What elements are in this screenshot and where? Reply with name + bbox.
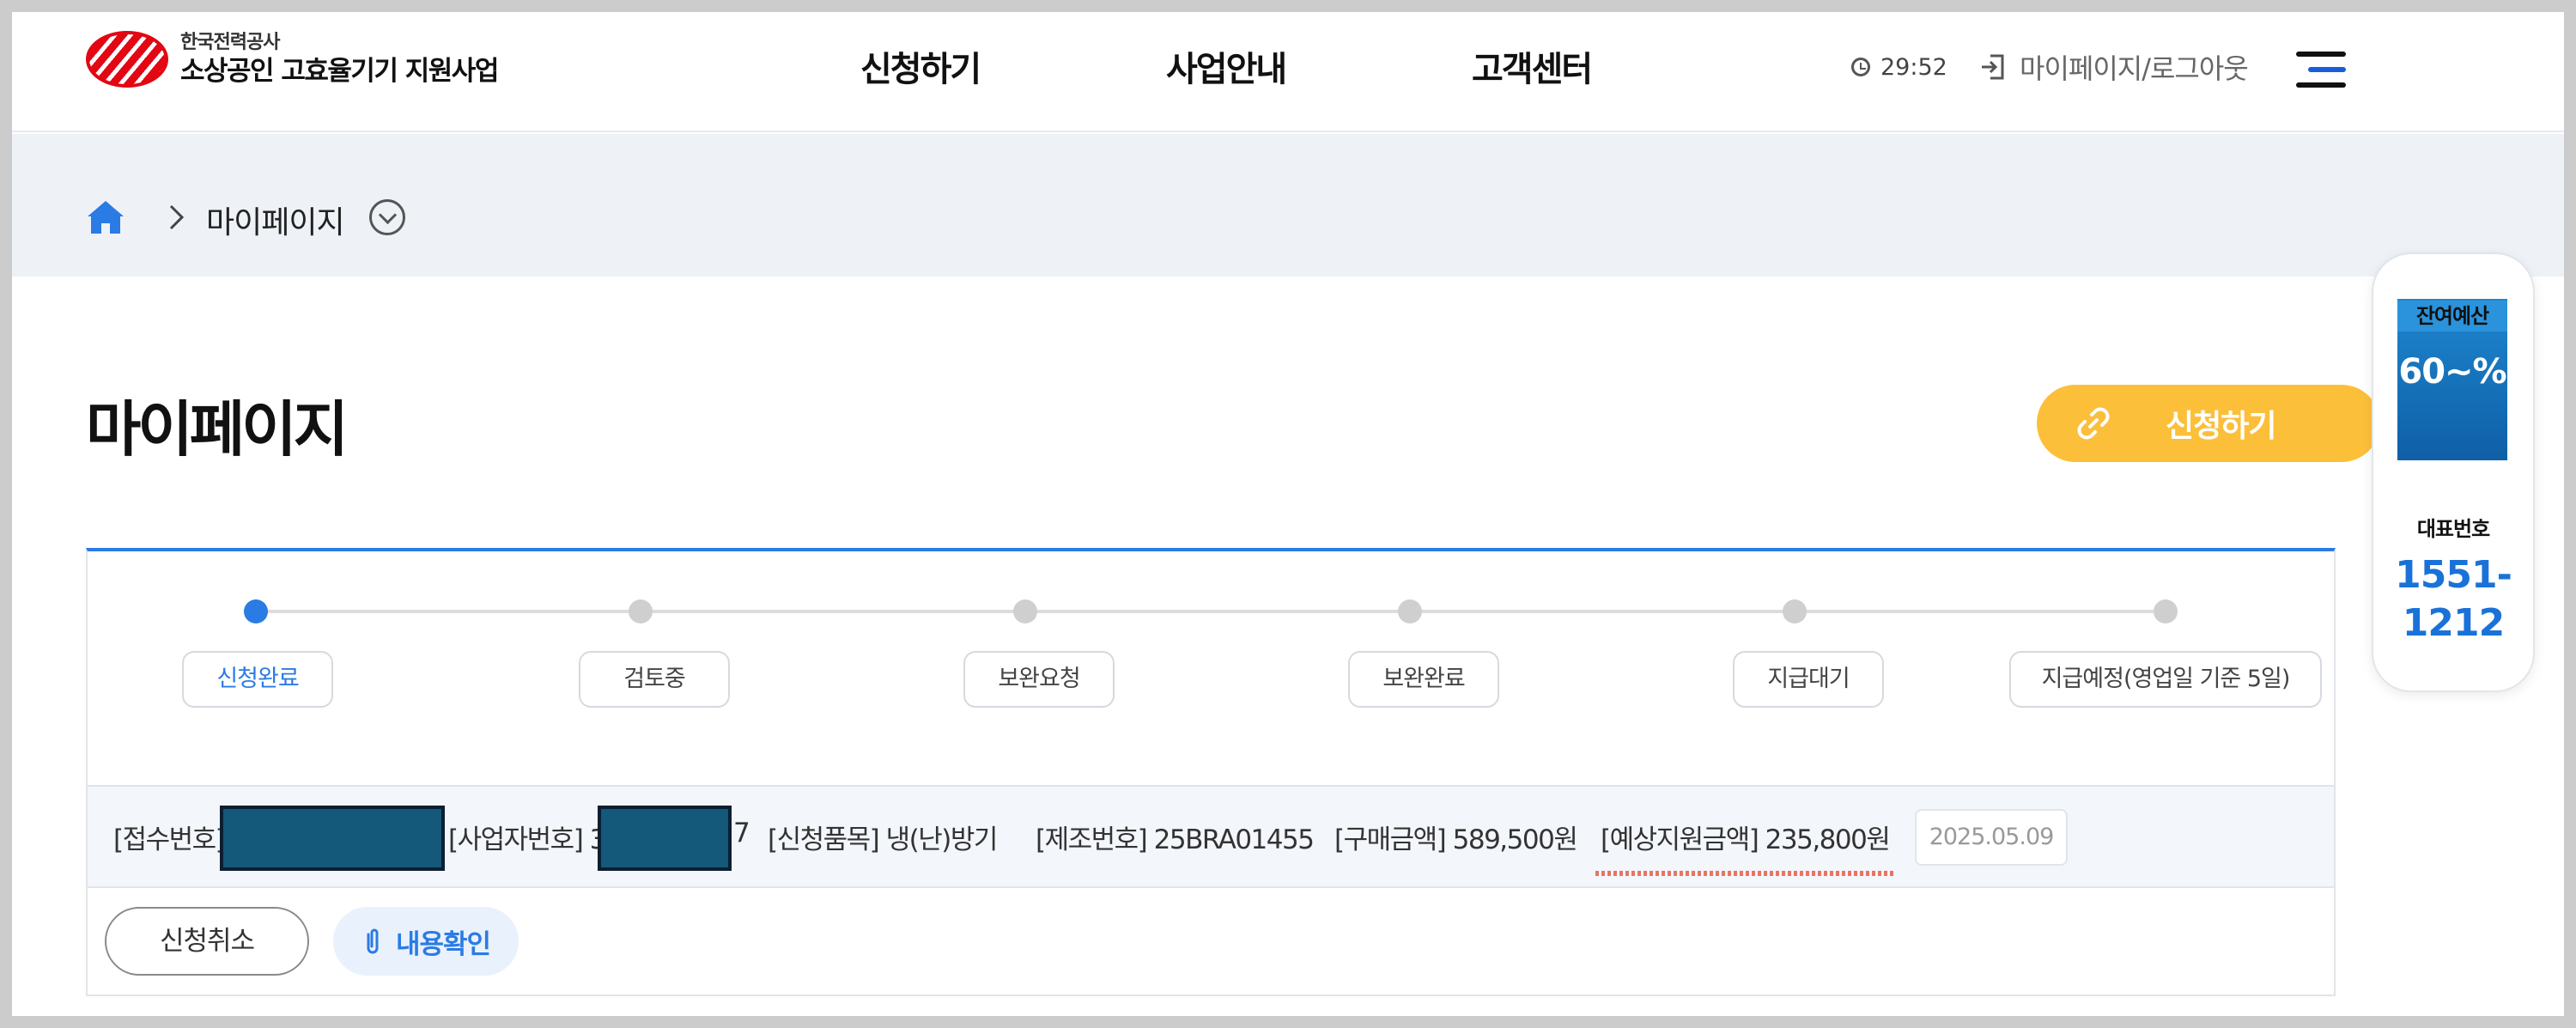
session-timer: 29:52	[1851, 50, 1947, 84]
apply-button-label: 신청하기	[2166, 409, 2276, 444]
expected-support-amount: [예상지원금액] 235,800원	[1601, 824, 1891, 855]
nav-item-guide[interactable]: 사업안내	[1166, 41, 1287, 91]
link-icon	[2077, 407, 2110, 440]
step-label-2: 검토중	[579, 651, 730, 708]
clock-icon	[1851, 58, 1870, 76]
receipt-number-label: [접수번호]	[113, 824, 226, 855]
remaining-budget-box: 잔여예산 60~%	[2397, 299, 2507, 460]
site-logo[interactable]: 한국전력공사 소상공인 고효율기기 지원사업	[86, 31, 499, 88]
purchase-amount: [구매금액] 589,500원	[1334, 824, 1578, 855]
step-label-3: 보완요청	[963, 651, 1115, 708]
budget-value: 60~%	[2398, 352, 2506, 392]
menu-hamburger-icon[interactable]	[2296, 52, 2346, 88]
application-info-row: [접수번호] [사업자번호] 3 7 [신청품목] 냉(난)방기 [제조번호] …	[88, 785, 2334, 888]
serial-number: [제조번호] 25BRA01455	[1036, 824, 1315, 855]
logo-org-name: 한국전력공사	[180, 32, 280, 53]
step-dot-2	[629, 599, 653, 623]
breadcrumb-current: 마이페이지	[206, 205, 345, 240]
mypage-logout-label: 마이페이지/로그아웃	[2020, 52, 2249, 85]
nav-item-apply[interactable]: 신청하기	[860, 41, 981, 91]
kepco-logo-icon	[86, 31, 168, 88]
business-number-label: [사업자번호] 3	[448, 824, 606, 855]
paperclip-icon	[367, 928, 379, 954]
applied-item: [신청품목] 냉(난)방기	[768, 824, 998, 855]
redacted-receipt-number	[220, 806, 445, 871]
business-number-tail: 7	[733, 818, 750, 849]
rep-number[interactable]: 1551-1212	[2373, 551, 2533, 648]
step-label-6: 지급예정(영업일 기준 5일)	[2009, 651, 2322, 708]
step-label-1: 신청완료	[182, 651, 333, 708]
step-dot-4	[1398, 599, 1422, 623]
application-card: 신청완료 검토중 보완요청 보완완료 지급대기 지급예정(영업일 기준 5일) …	[86, 548, 2336, 996]
logo-text: 한국전력공사 소상공인 고효율기기 지원사업	[180, 31, 499, 88]
step-label-5: 지급대기	[1733, 651, 1884, 708]
apply-button[interactable]: 신청하기	[2037, 385, 2380, 462]
page-title: 마이페이지	[86, 394, 349, 465]
redacted-business-number	[598, 806, 732, 871]
login-icon	[1982, 54, 2004, 80]
step-dot-1	[244, 599, 268, 623]
home-icon[interactable]	[86, 199, 125, 235]
chevron-right-icon	[169, 204, 185, 230]
step-dot-6	[2154, 599, 2178, 623]
step-dot-3	[1013, 599, 1037, 623]
mypage-logout-link[interactable]: 마이페이지/로그아웃	[1978, 50, 2249, 85]
timer-value: 29:52	[1880, 53, 1947, 81]
rep-number-label: 대표번호	[2416, 517, 2490, 541]
progress-track	[256, 610, 2166, 613]
logo-program-name: 소상공인 고효율기기 지원사업	[180, 56, 499, 87]
budget-label: 잔여예산	[2397, 301, 2507, 332]
breadcrumb: 마이페이지	[12, 134, 2564, 277]
chevron-down-icon[interactable]	[369, 199, 405, 235]
view-details-label: 내용확인	[395, 928, 491, 960]
view-details-button[interactable]: 내용확인	[333, 907, 519, 976]
step-label-4: 보완완료	[1348, 651, 1499, 708]
cancel-application-button[interactable]: 신청취소	[105, 907, 309, 976]
nav-item-support[interactable]: 고객센터	[1472, 41, 1593, 91]
browser-viewport: 한국전력공사 소상공인 고효율기기 지원사업 신청하기 사업안내 고객센터 29…	[12, 12, 2564, 1016]
site-header: 한국전력공사 소상공인 고효율기기 지원사업 신청하기 사업안내 고객센터 29…	[12, 12, 2564, 132]
quick-widget: 잔여예산 60~% 대표번호 1551-1212	[2372, 252, 2535, 692]
spellcheck-underline	[1595, 871, 1896, 876]
step-dot-5	[1783, 599, 1807, 623]
application-date: 2025.05.09	[1915, 809, 2068, 866]
